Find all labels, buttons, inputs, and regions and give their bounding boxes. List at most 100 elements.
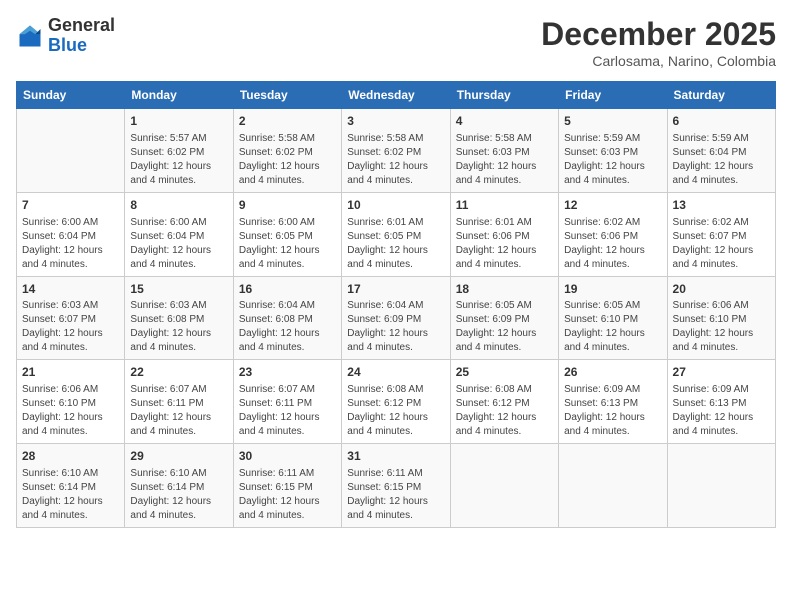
day-cell: 28 Sunrise: 6:10 AM Sunset: 6:14 PM Dayli… [17,444,125,528]
day-cell: 26Sunrise: 6:09 AM Sunset: 6:13 PM Dayli… [559,360,667,444]
day-info: Sunrise: 5:58 AM Sunset: 6:02 PM Dayligh… [347,132,444,188]
day-info: Sunrise: 6:04 AM Sunset: 6:09 PM Dayligh… [347,299,444,355]
day-cell: 20Sunrise: 6:06 AM Sunset: 6:10 PM Dayli… [667,276,775,360]
day-info: Sunrise: 6:11 AM Sunset: 6:15 PM Dayligh… [239,467,336,523]
day-cell: 30Sunrise: 6:11 AM Sunset: 6:15 PM Dayli… [233,444,341,528]
day-cell: 11 Sunrise: 6:01 AM Sunset: 6:06 PM Dayli… [450,192,558,276]
day-info: Sunrise: 5:59 AM Sunset: 6:03 PM Dayligh… [564,132,661,188]
day-number: 2 [239,113,336,130]
day-info: Sunrise: 6:02 AM Sunset: 6:07 PM Dayligh… [673,216,770,272]
logo-text: General Blue [48,16,115,56]
day-info: Sunrise: 6:08 AM Sunset: 6:12 PM Dayligh… [456,383,553,439]
header-cell-wednesday: Wednesday [342,82,450,109]
page-header: General Blue December 2025 Carlosama, Na… [16,16,776,69]
day-cell: 17Sunrise: 6:04 AM Sunset: 6:09 PM Dayli… [342,276,450,360]
day-cell: 3 Sunrise: 5:58 AM Sunset: 6:02 PM Daylig… [342,109,450,193]
day-number: 31 [347,448,444,465]
day-number: 17 [347,281,444,298]
day-info: Sunrise: 6:01 AM Sunset: 6:06 PM Dayligh… [456,216,553,272]
day-cell [450,444,558,528]
title-block: December 2025 Carlosama, Narino, Colombi… [541,16,776,69]
logo: General Blue [16,16,115,56]
day-cell: 1 Sunrise: 5:57 AM Sunset: 6:02 PM Daylig… [125,109,233,193]
day-info: Sunrise: 6:07 AM Sunset: 6:11 PM Dayligh… [239,383,336,439]
day-info: Sunrise: 6:04 AM Sunset: 6:08 PM Dayligh… [239,299,336,355]
day-cell [559,444,667,528]
day-number: 19 [564,281,661,298]
day-number: 3 [347,113,444,130]
day-info: Sunrise: 6:05 AM Sunset: 6:09 PM Dayligh… [456,299,553,355]
day-cell [17,109,125,193]
day-number: 7 [22,197,119,214]
day-number: 27 [673,364,770,381]
logo-icon [16,22,44,50]
day-cell: 12 Sunrise: 6:02 AM Sunset: 6:06 PM Dayli… [559,192,667,276]
day-cell: 31 Sunrise: 6:11 AM Sunset: 6:15 PM Dayli… [342,444,450,528]
week-row-2: 7 Sunrise: 6:00 AM Sunset: 6:04 PM Daylig… [17,192,776,276]
day-number: 24 [347,364,444,381]
week-row-5: 28 Sunrise: 6:10 AM Sunset: 6:14 PM Dayli… [17,444,776,528]
day-info: Sunrise: 6:02 AM Sunset: 6:06 PM Dayligh… [564,216,661,272]
location-subtitle: Carlosama, Narino, Colombia [541,53,776,69]
day-cell: 9 Sunrise: 6:00 AM Sunset: 6:05 PM Daylig… [233,192,341,276]
day-cell: 6 Sunrise: 5:59 AM Sunset: 6:04 PM Daylig… [667,109,775,193]
day-number: 18 [456,281,553,298]
day-info: Sunrise: 6:00 AM Sunset: 6:05 PM Dayligh… [239,216,336,272]
header-row: SundayMondayTuesdayWednesdayThursdayFrid… [17,82,776,109]
day-info: Sunrise: 6:00 AM Sunset: 6:04 PM Dayligh… [22,216,119,272]
day-info: Sunrise: 6:08 AM Sunset: 6:12 PM Dayligh… [347,383,444,439]
day-cell: 16Sunrise: 6:04 AM Sunset: 6:08 PM Dayli… [233,276,341,360]
day-cell: 10Sunrise: 6:01 AM Sunset: 6:05 PM Dayli… [342,192,450,276]
day-number: 26 [564,364,661,381]
day-number: 6 [673,113,770,130]
header-cell-saturday: Saturday [667,82,775,109]
header-cell-monday: Monday [125,82,233,109]
calendar-header: SundayMondayTuesdayWednesdayThursdayFrid… [17,82,776,109]
day-cell: 14Sunrise: 6:03 AM Sunset: 6:07 PM Dayli… [17,276,125,360]
header-cell-thursday: Thursday [450,82,558,109]
day-info: Sunrise: 6:09 AM Sunset: 6:13 PM Dayligh… [673,383,770,439]
day-cell: 25 Sunrise: 6:08 AM Sunset: 6:12 PM Dayli… [450,360,558,444]
day-cell: 23 Sunrise: 6:07 AM Sunset: 6:11 PM Dayli… [233,360,341,444]
day-cell [667,444,775,528]
day-info: Sunrise: 5:57 AM Sunset: 6:02 PM Dayligh… [130,132,227,188]
day-cell: 29Sunrise: 6:10 AM Sunset: 6:14 PM Dayli… [125,444,233,528]
day-cell: 24 Sunrise: 6:08 AM Sunset: 6:12 PM Dayli… [342,360,450,444]
day-number: 25 [456,364,553,381]
day-number: 9 [239,197,336,214]
week-row-3: 14Sunrise: 6:03 AM Sunset: 6:07 PM Dayli… [17,276,776,360]
day-number: 22 [130,364,227,381]
day-info: Sunrise: 6:10 AM Sunset: 6:14 PM Dayligh… [22,467,119,523]
day-number: 14 [22,281,119,298]
week-row-4: 21 Sunrise: 6:06 AM Sunset: 6:10 PM Dayli… [17,360,776,444]
calendar-body: 1 Sunrise: 5:57 AM Sunset: 6:02 PM Daylig… [17,109,776,528]
day-info: Sunrise: 6:03 AM Sunset: 6:07 PM Dayligh… [22,299,119,355]
calendar-table: SundayMondayTuesdayWednesdayThursdayFrid… [16,81,776,528]
day-number: 21 [22,364,119,381]
day-cell: 5Sunrise: 5:59 AM Sunset: 6:03 PM Daylig… [559,109,667,193]
day-number: 20 [673,281,770,298]
day-cell: 2 Sunrise: 5:58 AM Sunset: 6:02 PM Daylig… [233,109,341,193]
day-number: 12 [564,197,661,214]
day-info: Sunrise: 6:06 AM Sunset: 6:10 PM Dayligh… [673,299,770,355]
day-info: Sunrise: 5:58 AM Sunset: 6:02 PM Dayligh… [239,132,336,188]
header-cell-friday: Friday [559,82,667,109]
day-info: Sunrise: 5:59 AM Sunset: 6:04 PM Dayligh… [673,132,770,188]
day-cell: 18Sunrise: 6:05 AM Sunset: 6:09 PM Dayli… [450,276,558,360]
day-cell: 27 Sunrise: 6:09 AM Sunset: 6:13 PM Dayli… [667,360,775,444]
day-number: 11 [456,197,553,214]
day-info: Sunrise: 6:06 AM Sunset: 6:10 PM Dayligh… [22,383,119,439]
day-cell: 13 Sunrise: 6:02 AM Sunset: 6:07 PM Dayli… [667,192,775,276]
day-number: 23 [239,364,336,381]
day-cell: 8Sunrise: 6:00 AM Sunset: 6:04 PM Daylig… [125,192,233,276]
day-number: 15 [130,281,227,298]
day-info: Sunrise: 6:11 AM Sunset: 6:15 PM Dayligh… [347,467,444,523]
day-cell: 19Sunrise: 6:05 AM Sunset: 6:10 PM Dayli… [559,276,667,360]
week-row-1: 1 Sunrise: 5:57 AM Sunset: 6:02 PM Daylig… [17,109,776,193]
day-number: 29 [130,448,227,465]
day-info: Sunrise: 6:03 AM Sunset: 6:08 PM Dayligh… [130,299,227,355]
day-number: 1 [130,113,227,130]
day-cell: 4Sunrise: 5:58 AM Sunset: 6:03 PM Daylig… [450,109,558,193]
day-number: 28 [22,448,119,465]
day-number: 13 [673,197,770,214]
